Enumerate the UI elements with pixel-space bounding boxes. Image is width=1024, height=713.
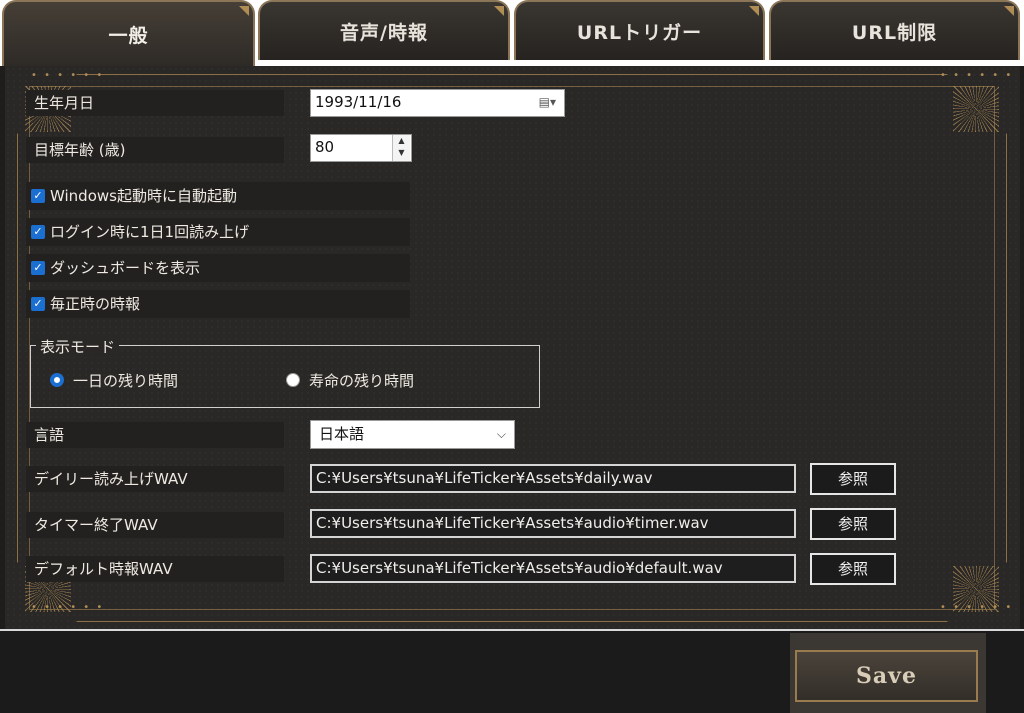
chevron-down-icon[interactable]: ⌵ [497, 421, 506, 448]
dots-ornament-icon: • • • • • • [31, 70, 105, 81]
display-mode-title: 表示モード [36, 336, 120, 357]
dots-ornament-icon: • • • • • • [940, 70, 1014, 81]
tab-audio-label: 音声/時報 [340, 21, 428, 44]
language-value: 日本語 [319, 425, 365, 443]
tab-strip: 一般 音声/時報 URLトリガー URL制限 [0, 0, 1024, 66]
checkbox-autostart-label: Windows起動時に自動起動 [50, 187, 237, 205]
checkbox-dashboard-label: ダッシュボードを表示 [50, 259, 201, 277]
language-select[interactable]: 日本語 ⌵ [310, 420, 515, 449]
checkbox-login-read-label: ログイン時に1日1回読み上げ [50, 223, 250, 241]
default-chime-wav-browse-button[interactable]: 参照 [810, 553, 896, 585]
tab-corner-icon [494, 6, 504, 16]
tab-url-restriction[interactable]: URL制限 [769, 0, 1020, 60]
tab-corner-icon [749, 6, 759, 16]
tab-corner-icon [239, 6, 249, 16]
dots-ornament-icon: • • • • • • [940, 602, 1014, 613]
birthday-date-picker[interactable]: 1993/11/16 ▤▾ [310, 89, 565, 117]
checkbox-checked-icon[interactable]: ✓ [31, 297, 45, 311]
daily-wav-browse-button[interactable]: 参照 [810, 463, 896, 495]
checkbox-dashboard[interactable]: ✓ ダッシュボードを表示 [26, 254, 410, 282]
checkbox-autostart[interactable]: ✓ Windows起動時に自動起動 [26, 182, 410, 210]
timer-wav-label: タイマー終了WAV [26, 512, 284, 538]
spin-down-icon[interactable]: ▼ [393, 147, 410, 159]
timer-wav-path-field[interactable]: C:¥Users¥tsuna¥LifeTicker¥Assets¥audio¥t… [310, 509, 796, 538]
target-age-value: 80 [315, 138, 335, 156]
tab-url-trigger[interactable]: URLトリガー [514, 0, 765, 60]
up-down-arrow-icon[interactable]: ▲ ▼ [392, 135, 410, 161]
default-chime-wav-path-field[interactable]: C:¥Users¥tsuna¥LifeTicker¥Assets¥audio¥d… [310, 554, 796, 583]
language-label: 言語 [26, 422, 284, 448]
tab-audio[interactable]: 音声/時報 [258, 0, 510, 60]
dots-ornament-icon: • • • • • • [31, 602, 105, 613]
birthday-value: 1993/11/16 [315, 93, 402, 111]
art-deco-fan-icon [953, 86, 999, 132]
birthday-label: 生年月日 [26, 90, 284, 116]
checkbox-hourly-chime-label: 毎正時の時報 [50, 295, 141, 313]
save-button[interactable]: Save [795, 650, 978, 702]
tab-url-restriction-label: URL制限 [851, 21, 938, 44]
target-age-label: 目標年齢 (歳) [26, 137, 284, 163]
tab-url-trigger-label: URLトリガー [576, 21, 703, 44]
checkbox-checked-icon[interactable]: ✓ [31, 261, 45, 275]
checkbox-checked-icon[interactable]: ✓ [31, 225, 45, 239]
daily-wav-label: デイリー読み上げWAV [26, 466, 284, 492]
checkbox-hourly-chime[interactable]: ✓ 毎正時の時報 [26, 290, 410, 318]
timer-wav-browse-button[interactable]: 参照 [810, 508, 896, 540]
radio-day-remaining-label[interactable]: 一日の残り時間 [73, 370, 178, 391]
calendar-dropdown-icon[interactable]: ▤▾ [539, 90, 556, 114]
tab-general-label: 一般 [108, 24, 149, 47]
tab-general[interactable]: 一般 [2, 0, 255, 66]
radio-life-remaining-label[interactable]: 寿命の残り時間 [309, 370, 414, 391]
daily-wav-path-field[interactable]: C:¥Users¥tsuna¥LifeTicker¥Assets¥daily.w… [310, 464, 796, 493]
default-chime-wav-label: デフォルト時報WAV [26, 556, 284, 582]
spin-up-icon[interactable]: ▲ [393, 135, 410, 147]
radio-day-remaining[interactable] [50, 373, 64, 387]
checkbox-checked-icon[interactable]: ✓ [31, 189, 45, 203]
checkbox-login-read[interactable]: ✓ ログイン時に1日1回読み上げ [26, 218, 410, 246]
radio-life-remaining[interactable] [286, 373, 300, 387]
tab-corner-icon [1004, 6, 1014, 16]
